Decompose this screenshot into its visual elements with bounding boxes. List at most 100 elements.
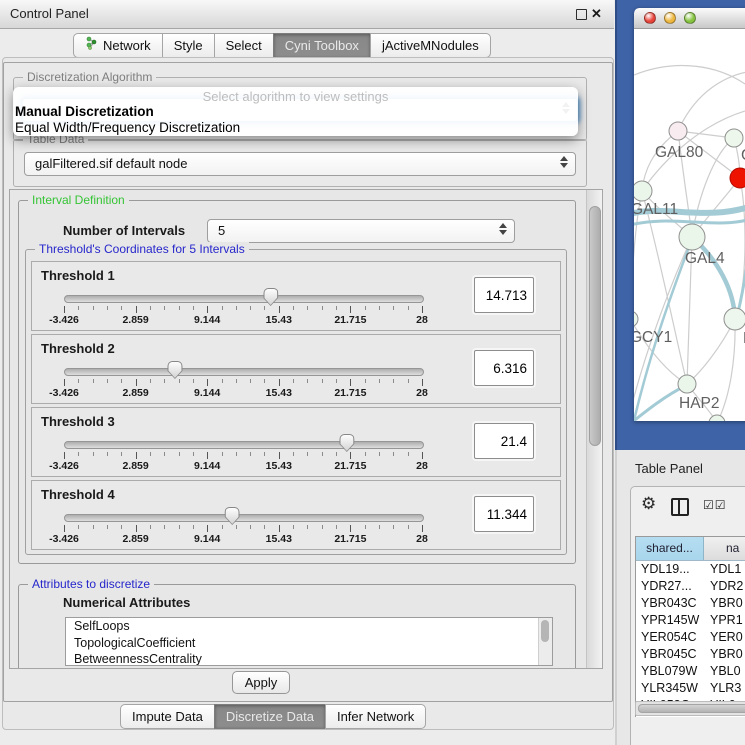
apply-button[interactable]: Apply bbox=[232, 671, 290, 694]
thresholds-group: Threshold's Coordinates for 5 Intervals … bbox=[25, 249, 567, 555]
float-window-icon[interactable] bbox=[576, 9, 587, 20]
table-data-combobox[interactable]: galFiltered.sif default node bbox=[24, 152, 576, 176]
table-cell[interactable]: YDR27... bbox=[636, 578, 704, 595]
network-node-ga[interactable] bbox=[725, 129, 743, 147]
threshold-slider-4: -3.4262.8599.14415.4321.71528 bbox=[64, 511, 422, 541]
table-cell[interactable]: YDL1 bbox=[704, 561, 745, 578]
slider-track[interactable] bbox=[64, 295, 424, 303]
combo-stepper-icon[interactable] bbox=[560, 156, 568, 168]
bottom-tab-infer-network[interactable]: Infer Network bbox=[325, 704, 426, 729]
slider-thumb-threshold-2[interactable] bbox=[167, 361, 182, 379]
column-header-1[interactable]: shared... bbox=[636, 537, 704, 560]
zoom-traffic-light-icon[interactable] bbox=[684, 12, 696, 24]
close-icon[interactable]: ✕ bbox=[591, 6, 602, 22]
slider-thumb-threshold-3[interactable] bbox=[339, 434, 354, 452]
network-node-gcy1[interactable] bbox=[634, 311, 638, 327]
bottom-tab-label: Infer Network bbox=[337, 705, 414, 728]
network-node-gal11[interactable] bbox=[634, 181, 652, 201]
tab-network[interactable]: Network bbox=[73, 33, 163, 58]
attribute-item-selfloops[interactable]: SelfLoops bbox=[66, 618, 552, 635]
table-cell[interactable]: YPR1 bbox=[704, 612, 745, 629]
horizontal-scrollbar[interactable] bbox=[635, 701, 745, 716]
numerical-attributes-list[interactable]: SelfLoopsTopologicalCoefficientBetweenne… bbox=[65, 617, 553, 666]
table-row[interactable]: YBL079WYBL0 bbox=[636, 663, 745, 680]
threshold-label: Threshold 4 bbox=[41, 487, 115, 502]
table-row[interactable]: YBR043CYBR0 bbox=[636, 595, 745, 612]
attribute-item-topologicalcoefficient[interactable]: TopologicalCoefficient bbox=[66, 635, 552, 652]
table-cell[interactable]: YPR145W bbox=[636, 612, 704, 629]
close-traffic-light-icon[interactable] bbox=[644, 12, 656, 24]
network-node-label: HAP2 bbox=[679, 395, 720, 412]
table-row[interactable]: YDR27...YDR2 bbox=[636, 578, 745, 595]
table-row[interactable]: YDL19...YDL1 bbox=[636, 561, 745, 578]
slider-ticks bbox=[64, 525, 422, 532]
table-row[interactable]: YPR145WYPR1 bbox=[636, 612, 745, 629]
table-cell[interactable]: YBR043C bbox=[636, 595, 704, 612]
slider-tick-labels: -3.4262.8599.14415.4321.71528 bbox=[64, 314, 422, 326]
table-cell[interactable]: YER054C bbox=[636, 629, 704, 646]
network-node-gal80[interactable] bbox=[669, 122, 687, 140]
vertical-scrollbar[interactable] bbox=[586, 190, 602, 668]
table-cell[interactable]: YBL0 bbox=[704, 663, 745, 680]
combo-stepper-icon[interactable] bbox=[499, 223, 507, 235]
table-cell[interactable]: YBR0 bbox=[704, 646, 745, 663]
table-cell[interactable]: YLR3 bbox=[704, 680, 745, 697]
tab-jactivemnodules[interactable]: jActiveMNodules bbox=[370, 33, 491, 58]
panel-title: Control Panel bbox=[10, 0, 89, 28]
minimize-traffic-light-icon[interactable] bbox=[664, 12, 676, 24]
attribute-item-betweennesscentrality[interactable]: BetweennessCentrality bbox=[66, 651, 552, 666]
threshold-1-value-input[interactable] bbox=[474, 277, 534, 313]
table-cell[interactable]: YLR345W bbox=[636, 680, 704, 697]
gear-icon[interactable]: ⚙ bbox=[641, 494, 656, 514]
network-node[interactable] bbox=[709, 415, 725, 421]
slider-track[interactable] bbox=[64, 368, 424, 376]
slider-track[interactable] bbox=[64, 441, 424, 449]
tab-select[interactable]: Select bbox=[214, 33, 274, 58]
network-node-label: GCY1 bbox=[634, 329, 672, 346]
table-cell[interactable]: YDL19... bbox=[636, 561, 704, 578]
threshold-2-value-input[interactable] bbox=[474, 350, 534, 386]
table-row[interactable]: YBR045CYBR0 bbox=[636, 646, 745, 663]
split-columns-icon[interactable] bbox=[671, 498, 689, 516]
network-node-gal4[interactable] bbox=[679, 224, 705, 250]
network-node-h[interactable] bbox=[724, 308, 745, 330]
threshold-4-value-input[interactable] bbox=[474, 496, 534, 532]
slider-tick-labels: -3.4262.8599.14415.4321.71528 bbox=[64, 387, 422, 399]
list-scrollbar[interactable] bbox=[538, 618, 552, 665]
num-intervals-combobox[interactable]: 5 bbox=[207, 219, 515, 243]
algorithm-option-equal-width-frequency-discretization[interactable]: Equal Width/Frequency Discretization bbox=[13, 120, 578, 136]
table-row[interactable]: YLR345WYLR3 bbox=[636, 680, 745, 697]
horizontal-scrollbar-thumb[interactable] bbox=[638, 704, 745, 713]
bottom-tab-discretize-data[interactable]: Discretize Data bbox=[214, 704, 326, 729]
threshold-panel-3: Threshold 3-3.4262.8599.14415.4321.71528 bbox=[31, 407, 561, 477]
vertical-scrollbar-thumb[interactable] bbox=[589, 206, 601, 446]
network-node-c[interactable] bbox=[730, 168, 745, 188]
slider-track[interactable] bbox=[64, 514, 424, 522]
network-edge bbox=[634, 66, 745, 89]
threshold-3-value-input[interactable] bbox=[474, 423, 534, 459]
column-header-2[interactable]: na bbox=[704, 537, 745, 560]
checkbox-columns-icon[interactable]: ☑☑ bbox=[703, 498, 727, 512]
list-scrollbar-thumb[interactable] bbox=[541, 620, 549, 642]
tab-style[interactable]: Style bbox=[162, 33, 215, 58]
table-cell[interactable]: YBL079W bbox=[636, 663, 704, 680]
algorithm-dropdown-popup: Select algorithm to view settings Manual… bbox=[13, 87, 578, 136]
tab-cyni-toolbox[interactable]: Cyni Toolbox bbox=[273, 33, 371, 58]
network-node-hap2[interactable] bbox=[678, 375, 696, 393]
table-cell[interactable]: YBR0 bbox=[704, 595, 745, 612]
table-cell[interactable]: YDR2 bbox=[704, 578, 745, 595]
algorithm-option-manual-discretization[interactable]: Manual Discretization bbox=[13, 104, 578, 120]
table-row[interactable]: YER054CYER0 bbox=[636, 629, 745, 646]
table-cell[interactable]: YER0 bbox=[704, 629, 745, 646]
control-panel-titlebar: Control Panel ✕ bbox=[0, 0, 614, 29]
tab-label: Cyni Toolbox bbox=[285, 34, 359, 57]
threshold-slider-1: -3.4262.8599.14415.4321.71528 bbox=[64, 292, 422, 322]
table-cell[interactable]: YBR045C bbox=[636, 646, 704, 663]
bottom-tab-impute-data[interactable]: Impute Data bbox=[120, 704, 215, 729]
network-canvas[interactable]: GAL80GACGAL11GAL4GCY1HHAP2 bbox=[634, 29, 745, 421]
slider-thumb-threshold-4[interactable] bbox=[225, 507, 240, 525]
top-tab-bar: NetworkStyleSelect Cyni Toolbox jActiveMNo… bbox=[73, 33, 491, 58]
slider-thumb-threshold-1[interactable] bbox=[263, 288, 278, 306]
network-icon bbox=[85, 34, 98, 57]
threshold-label: Threshold 2 bbox=[41, 341, 115, 356]
